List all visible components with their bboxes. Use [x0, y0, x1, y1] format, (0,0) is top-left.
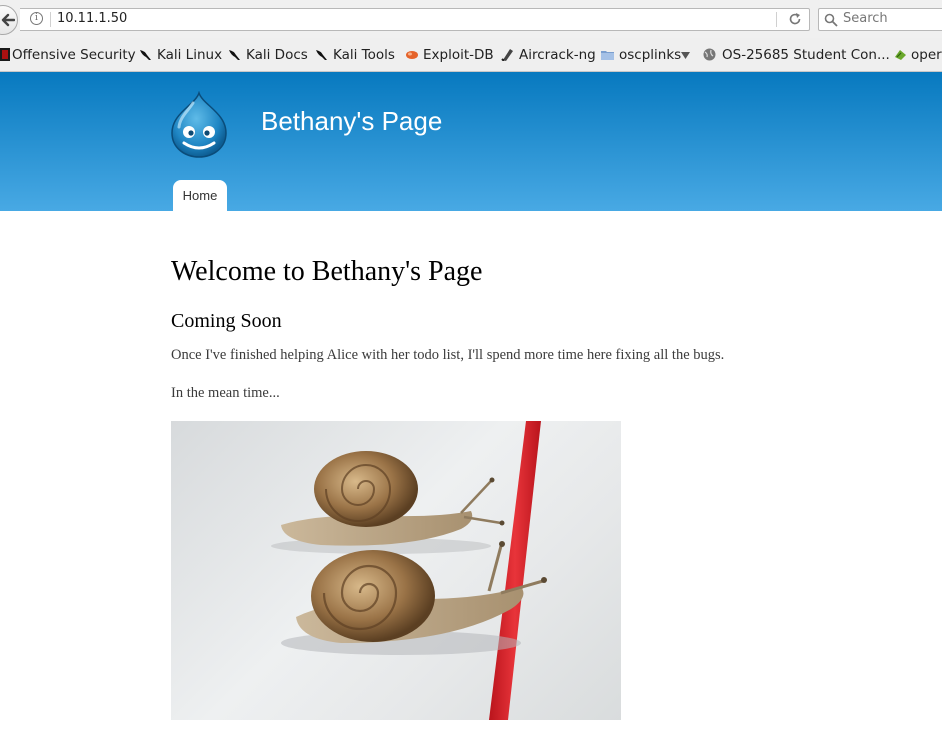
reload-icon[interactable]: [788, 12, 802, 26]
bookmark-oper[interactable]: oper: [894, 46, 942, 64]
bookmark-label: Aircrack-ng: [519, 47, 596, 63]
page-title: Welcome to Bethany's Page: [171, 256, 483, 287]
kali-icon: [229, 50, 240, 60]
body-paragraph: Once I've finished helping Alice with he…: [171, 347, 725, 363]
kali-icon: [316, 50, 327, 60]
search-bar[interactable]: Search: [818, 8, 942, 31]
bookmark-label: oscplinks: [619, 47, 682, 63]
chevron-down-icon: [681, 52, 690, 59]
search-icon: [824, 13, 838, 27]
exploitdb-icon: [406, 51, 418, 59]
bookmark-student-control-panel[interactable]: OS-25685 Student Con...: [703, 46, 890, 64]
drupal-logo-icon[interactable]: [168, 91, 230, 159]
bookmark-label: Exploit-DB: [423, 47, 494, 63]
section-heading: Coming Soon: [171, 310, 282, 332]
url-text[interactable]: 10.11.1.50: [57, 11, 127, 26]
back-arrow-icon: [1, 13, 15, 27]
bookmark-exploit-db[interactable]: Exploit-DB: [405, 46, 495, 64]
site-header: Bethany's Page Home: [0, 72, 942, 212]
browser-toolbar: i 10.11.1.50 Search: [0, 0, 942, 38]
nav-tab-home[interactable]: Home: [173, 180, 227, 212]
bookmark-kali-linux[interactable]: Kali Linux: [139, 46, 223, 64]
body-paragraph: In the mean time...: [171, 385, 280, 401]
bookmark-label: oper: [911, 47, 942, 63]
url-separator: [50, 12, 51, 27]
info-icon[interactable]: i: [30, 12, 43, 25]
bookmark-folder-oscplinks[interactable]: oscplinks: [601, 46, 693, 64]
bookmark-label: Kali Tools: [333, 47, 395, 63]
reload-separator: [776, 12, 777, 27]
url-bar[interactable]: i 10.11.1.50: [20, 8, 810, 31]
search-placeholder: Search: [843, 11, 888, 26]
back-button[interactable]: [0, 5, 18, 35]
bookmark-label: OS-25685 Student Con...: [722, 47, 890, 63]
bookmark-label: Kali Linux: [157, 47, 223, 63]
bookmarks-toolbar: Offensive Security Kali Linux Kali Docs …: [0, 38, 942, 72]
bookmark-offensive-security[interactable]: Offensive Security: [0, 46, 136, 64]
kali-icon: [140, 50, 151, 60]
green-icon: [895, 50, 906, 60]
snails-photo: [171, 421, 621, 720]
aircrack-icon: [501, 49, 513, 61]
folder-icon: [601, 51, 614, 60]
site-name[interactable]: Bethany's Page: [261, 106, 442, 137]
snails-illustration: [271, 421, 547, 720]
bookmark-label: Kali Docs: [246, 47, 308, 63]
bookmark-aircrack-ng[interactable]: Aircrack-ng: [501, 46, 596, 64]
nav-tab-home-label: Home: [182, 188, 218, 203]
bookmark-kali-docs[interactable]: Kali Docs: [228, 46, 308, 64]
bookmark-kali-tools[interactable]: Kali Tools: [315, 46, 397, 64]
bookmark-label: Offensive Security: [12, 47, 136, 63]
globe-icon: [703, 48, 716, 61]
